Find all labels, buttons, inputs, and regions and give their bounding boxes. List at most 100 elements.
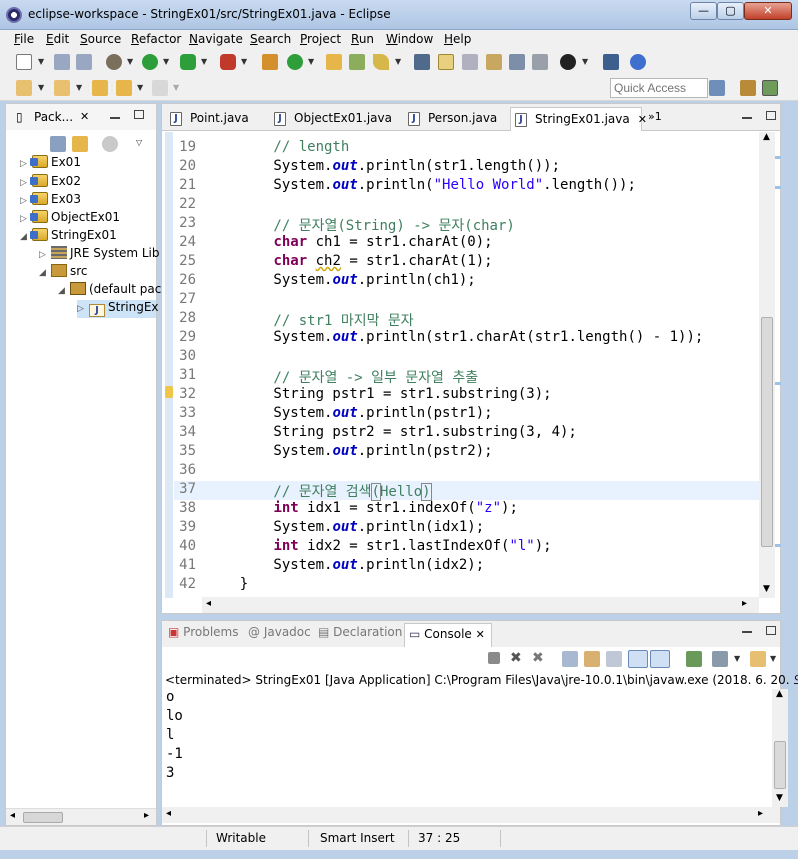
mark-occurrences-icon[interactable] bbox=[438, 54, 454, 70]
tab-overflow-button[interactable]: »1 bbox=[648, 110, 662, 123]
expand-arrow-icon[interactable]: ▷ bbox=[39, 250, 49, 260]
forward-dropdown-icon[interactable]: ▼ bbox=[173, 83, 179, 92]
forward-icon[interactable] bbox=[152, 80, 168, 96]
pin-icon[interactable] bbox=[630, 54, 646, 70]
scroll-right-icon[interactable]: ▸ bbox=[742, 598, 747, 609]
minimize-view-icon[interactable] bbox=[742, 117, 752, 119]
console-horizontal-scrollbar[interactable]: ◂ ▸ bbox=[162, 807, 780, 823]
search-dropdown-icon[interactable]: ▼ bbox=[395, 57, 401, 66]
word-wrap-icon[interactable] bbox=[606, 651, 622, 667]
overview-ruler-mark[interactable] bbox=[775, 186, 781, 189]
maximize-view-icon[interactable] bbox=[766, 626, 776, 635]
show-on-stderr-icon[interactable] bbox=[650, 650, 670, 668]
back-icon[interactable] bbox=[116, 80, 132, 96]
console-vertical-scrollbar[interactable]: ▲ ▼ bbox=[772, 689, 788, 807]
menu-project[interactable]: Project bbox=[300, 32, 341, 46]
view-menu-icon[interactable]: ▽ bbox=[136, 138, 142, 147]
tab-console[interactable]: ▭ Console ✕ bbox=[404, 623, 492, 647]
scroll-left-icon[interactable]: ◂ bbox=[206, 598, 211, 609]
collapse-arrow-icon[interactable]: ◢ bbox=[58, 286, 68, 296]
open-type-icon[interactable] bbox=[326, 54, 342, 70]
pilcrow-icon[interactable] bbox=[532, 54, 548, 70]
expand-arrow-icon[interactable]: ▷ bbox=[20, 214, 30, 224]
display-console-dropdown-icon[interactable]: ▼ bbox=[734, 654, 740, 663]
presentation-icon[interactable] bbox=[603, 54, 619, 70]
remove-all-launches-icon[interactable]: ✖ bbox=[532, 651, 548, 667]
overview-ruler-mark[interactable] bbox=[775, 382, 781, 385]
scroll-up-icon[interactable]: ▲ bbox=[763, 132, 770, 142]
maximize-button[interactable]: ▢ bbox=[717, 2, 744, 20]
markers-icon[interactable] bbox=[414, 54, 430, 70]
remove-launch-icon[interactable]: ✖ bbox=[510, 651, 526, 667]
tree-item-stringex01-java[interactable]: ▷ J StringEx bbox=[77, 300, 159, 318]
minimize-button[interactable]: — bbox=[690, 2, 717, 20]
display-console-icon[interactable] bbox=[712, 651, 728, 667]
package-explorer-tab[interactable]: ▯ Pack... ✕ bbox=[6, 104, 156, 130]
tree-item-ex02[interactable]: ▷ Ex02 bbox=[20, 174, 81, 192]
expand-arrow-icon[interactable]: ▷ bbox=[20, 196, 30, 206]
tab-javadoc[interactable]: @ Javadoc bbox=[248, 625, 311, 639]
menu-refactor[interactable]: Refactor bbox=[131, 32, 181, 46]
scroll-down-icon[interactable]: ▼ bbox=[776, 793, 783, 803]
scroll-left-icon[interactable]: ◂ bbox=[166, 808, 171, 819]
overview-ruler-mark[interactable] bbox=[775, 544, 781, 547]
close-icon[interactable]: ✕ bbox=[80, 110, 89, 123]
next-annotation-icon[interactable] bbox=[16, 80, 32, 96]
scroll-right-icon[interactable]: ▸ bbox=[144, 810, 149, 821]
code-area[interactable]: 18 19 // length20 System.out.println(str… bbox=[174, 132, 759, 598]
new-class-icon[interactable] bbox=[287, 54, 303, 70]
close-tab-icon[interactable]: ✕ bbox=[638, 113, 647, 126]
run-icon[interactable] bbox=[142, 54, 158, 70]
scrollbar-thumb[interactable] bbox=[761, 317, 773, 547]
tree-item-default-package[interactable]: ◢ (default pac bbox=[58, 282, 161, 300]
tree-item-ex03[interactable]: ▷ Ex03 bbox=[20, 192, 81, 210]
previous-annotation-icon[interactable] bbox=[54, 80, 70, 96]
user-dropdown-icon[interactable]: ▼ bbox=[582, 57, 588, 66]
focus-on-task-icon[interactable] bbox=[102, 136, 118, 152]
editor-horizontal-scrollbar[interactable]: ◂ ▸ bbox=[202, 597, 759, 613]
editor-vertical-scrollbar[interactable]: ▲ ▼ bbox=[759, 132, 775, 598]
menu-search[interactable]: Search bbox=[250, 32, 291, 46]
debug-dropdown-icon[interactable]: ▼ bbox=[127, 57, 133, 66]
pin-console-icon[interactable] bbox=[686, 651, 702, 667]
menu-navigate[interactable]: Navigate bbox=[189, 32, 243, 46]
expand-arrow-icon[interactable]: ▷ bbox=[20, 178, 30, 188]
link-with-editor-icon[interactable] bbox=[72, 136, 88, 152]
quick-access-input[interactable] bbox=[610, 78, 708, 98]
tab-person-java[interactable]: J Person.java bbox=[404, 107, 497, 131]
coverage-icon[interactable] bbox=[180, 54, 196, 70]
menu-window[interactable]: Window bbox=[386, 32, 433, 46]
scroll-up-icon[interactable]: ▲ bbox=[776, 689, 783, 699]
java-ee-perspective-icon[interactable] bbox=[740, 80, 756, 96]
menu-source[interactable]: Source bbox=[80, 32, 121, 46]
word-wrap-icon[interactable] bbox=[462, 54, 478, 70]
collapse-all-icon[interactable] bbox=[50, 136, 66, 152]
new-java-project-icon[interactable] bbox=[262, 54, 278, 70]
java-perspective-icon[interactable] bbox=[762, 80, 778, 96]
external-tools-icon[interactable] bbox=[220, 54, 236, 70]
scroll-lock-icon[interactable] bbox=[584, 651, 600, 667]
tab-problems[interactable]: ▣ Problems bbox=[168, 625, 238, 639]
close-button[interactable]: ✕ bbox=[744, 2, 792, 20]
minimize-view-icon[interactable] bbox=[110, 117, 120, 119]
tree-item-src[interactable]: ◢ src bbox=[39, 264, 88, 282]
collapse-arrow-icon[interactable]: ◢ bbox=[20, 232, 30, 242]
show-on-stdout-icon[interactable] bbox=[628, 650, 648, 668]
tab-stringex01-java[interactable]: J StringEx01.java ✕ bbox=[510, 107, 647, 131]
tree-item-ex01[interactable]: ▷ Ex01 bbox=[20, 155, 81, 173]
scrollbar-thumb[interactable] bbox=[774, 741, 786, 789]
menu-help[interactable]: Help bbox=[444, 32, 471, 46]
run-dropdown-icon[interactable]: ▼ bbox=[163, 57, 169, 66]
scroll-down-icon[interactable]: ▼ bbox=[763, 584, 770, 594]
block-selection-icon[interactable] bbox=[486, 54, 502, 70]
tab-objectex01-java[interactable]: J ObjectEx01.java bbox=[270, 107, 392, 131]
clear-console-icon[interactable] bbox=[562, 651, 578, 667]
collapse-arrow-icon[interactable]: ◢ bbox=[39, 268, 49, 278]
debug-icon[interactable] bbox=[106, 54, 122, 70]
tree-item-stringex01[interactable]: ◢ StringEx01 bbox=[20, 228, 117, 246]
menu-edit[interactable]: Edit bbox=[46, 32, 69, 46]
coverage-dropdown-icon[interactable]: ▼ bbox=[201, 57, 207, 66]
menu-run[interactable]: Run bbox=[351, 32, 374, 46]
minimize-view-icon[interactable] bbox=[742, 631, 752, 633]
previous-annotation-dropdown-icon[interactable]: ▼ bbox=[76, 83, 82, 92]
